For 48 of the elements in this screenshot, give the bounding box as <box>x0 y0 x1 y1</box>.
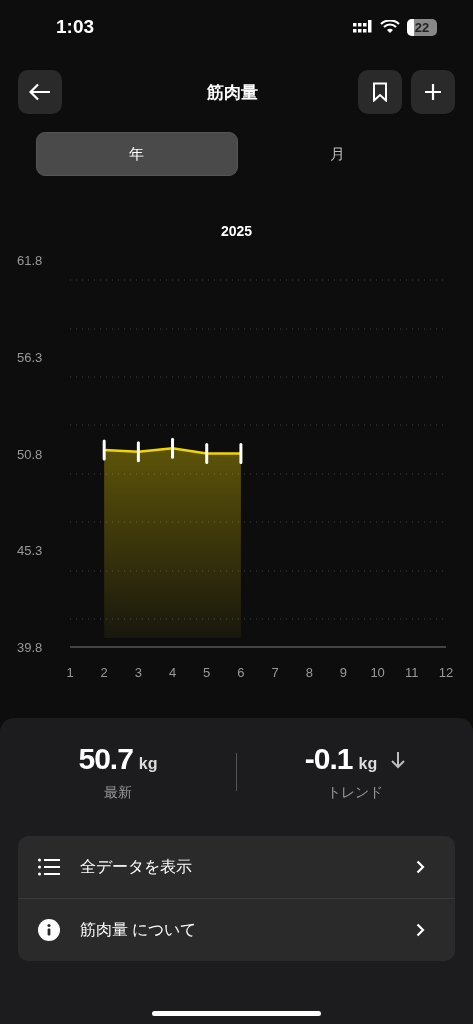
axis-label: 8 <box>305 665 313 680</box>
menu-item[interactable]: 筋肉量 について <box>18 898 455 961</box>
stat-unit: kg <box>138 755 158 773</box>
period-tab[interactable]: 年 <box>36 132 238 176</box>
axis-label: 56.3 <box>17 349 43 365</box>
chevron-right-icon <box>416 923 425 937</box>
axis-label: 1 <box>66 665 74 680</box>
axis-label: 6 <box>237 665 245 680</box>
stat-label: 最新 <box>104 784 132 802</box>
bookmark-button[interactable] <box>358 70 402 114</box>
axis-label: 5 <box>203 665 211 680</box>
error-bar <box>239 443 243 464</box>
back-button[interactable] <box>18 70 62 114</box>
axis-label: 9 <box>339 665 348 680</box>
add-button[interactable] <box>411 70 455 114</box>
period-tab[interactable]: 月 <box>237 132 437 176</box>
axis-label: 4 <box>168 665 177 680</box>
status-time: 1:03 <box>56 16 96 38</box>
axis-label: 7 <box>271 665 279 680</box>
error-bar <box>171 437 175 459</box>
axis-label: 2 <box>100 665 108 680</box>
info-icon <box>38 919 60 941</box>
error-bar <box>102 439 106 461</box>
axis-label: 61.8 <box>17 253 43 268</box>
error-bar <box>136 441 140 463</box>
chart-title: 2025 <box>219 223 254 241</box>
wifi-icon <box>380 20 400 34</box>
axis-label: 3 <box>134 665 142 680</box>
plus-icon <box>424 83 442 101</box>
back-arrow-icon <box>29 83 51 101</box>
axis-label: 39.8 <box>17 640 43 655</box>
battery-icon: 22 <box>407 18 437 36</box>
stat-unit: kg <box>358 755 378 773</box>
stat-value: -0.1 <box>304 742 353 776</box>
bookmark-icon <box>372 82 388 102</box>
axis-label: 45.3 <box>17 543 43 559</box>
axis-label: 50.8 <box>17 446 43 462</box>
axis-label: 11 <box>405 665 419 680</box>
error-bar <box>205 443 209 464</box>
menu-item[interactable]: 全データを表示 <box>18 836 455 898</box>
stat-label: トレンド <box>327 784 383 802</box>
page-title: 筋肉量 <box>205 81 259 104</box>
signal-icon <box>353 20 373 34</box>
chevron-right-icon <box>416 860 425 874</box>
axis-label: 12 <box>438 665 454 680</box>
stat-value: 50.7 <box>78 742 133 776</box>
axis-label: 10 <box>370 665 385 680</box>
list-icon <box>38 858 60 876</box>
